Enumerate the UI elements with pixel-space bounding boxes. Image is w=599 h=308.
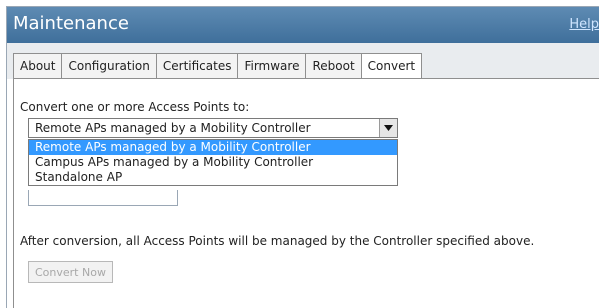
option-remote-aps[interactable]: Remote APs managed by a Mobility Control… [29,140,397,155]
obscured-input-field[interactable] [28,190,178,206]
tab-about[interactable]: About [14,53,63,78]
tab-certificates[interactable]: Certificates [156,53,239,78]
tab-bar: About Configuration Certificates Firmwar… [7,43,599,79]
title-bar: Maintenance Help [7,7,599,43]
chevron-down-icon [384,125,393,131]
option-campus-aps[interactable]: Campus APs managed by a Mobility Control… [29,155,397,170]
dropdown-button[interactable] [379,119,397,137]
window-title: Maintenance [13,13,129,34]
tab-firmware[interactable]: Firmware [238,53,307,78]
convert-prompt-label: Convert one or more Access Points to: [20,100,250,114]
convert-now-button[interactable]: Convert Now [28,261,113,283]
convert-target-select[interactable]: Remote APs managed by a Mobility Control… [28,118,398,138]
tab-reboot[interactable]: Reboot [306,53,362,78]
select-current-value: Remote APs managed by a Mobility Control… [35,121,311,135]
tab-convert[interactable]: Convert [361,53,423,79]
option-standalone-ap[interactable]: Standalone AP [29,170,397,185]
tabs: About Configuration Certificates Firmwar… [13,53,423,79]
convert-target-dropdown-list: Remote APs managed by a Mobility Control… [28,139,398,186]
help-link[interactable]: Help [569,17,599,32]
conversion-note: After conversion, all Access Points will… [20,234,535,248]
tab-configuration[interactable]: Configuration [62,53,157,78]
